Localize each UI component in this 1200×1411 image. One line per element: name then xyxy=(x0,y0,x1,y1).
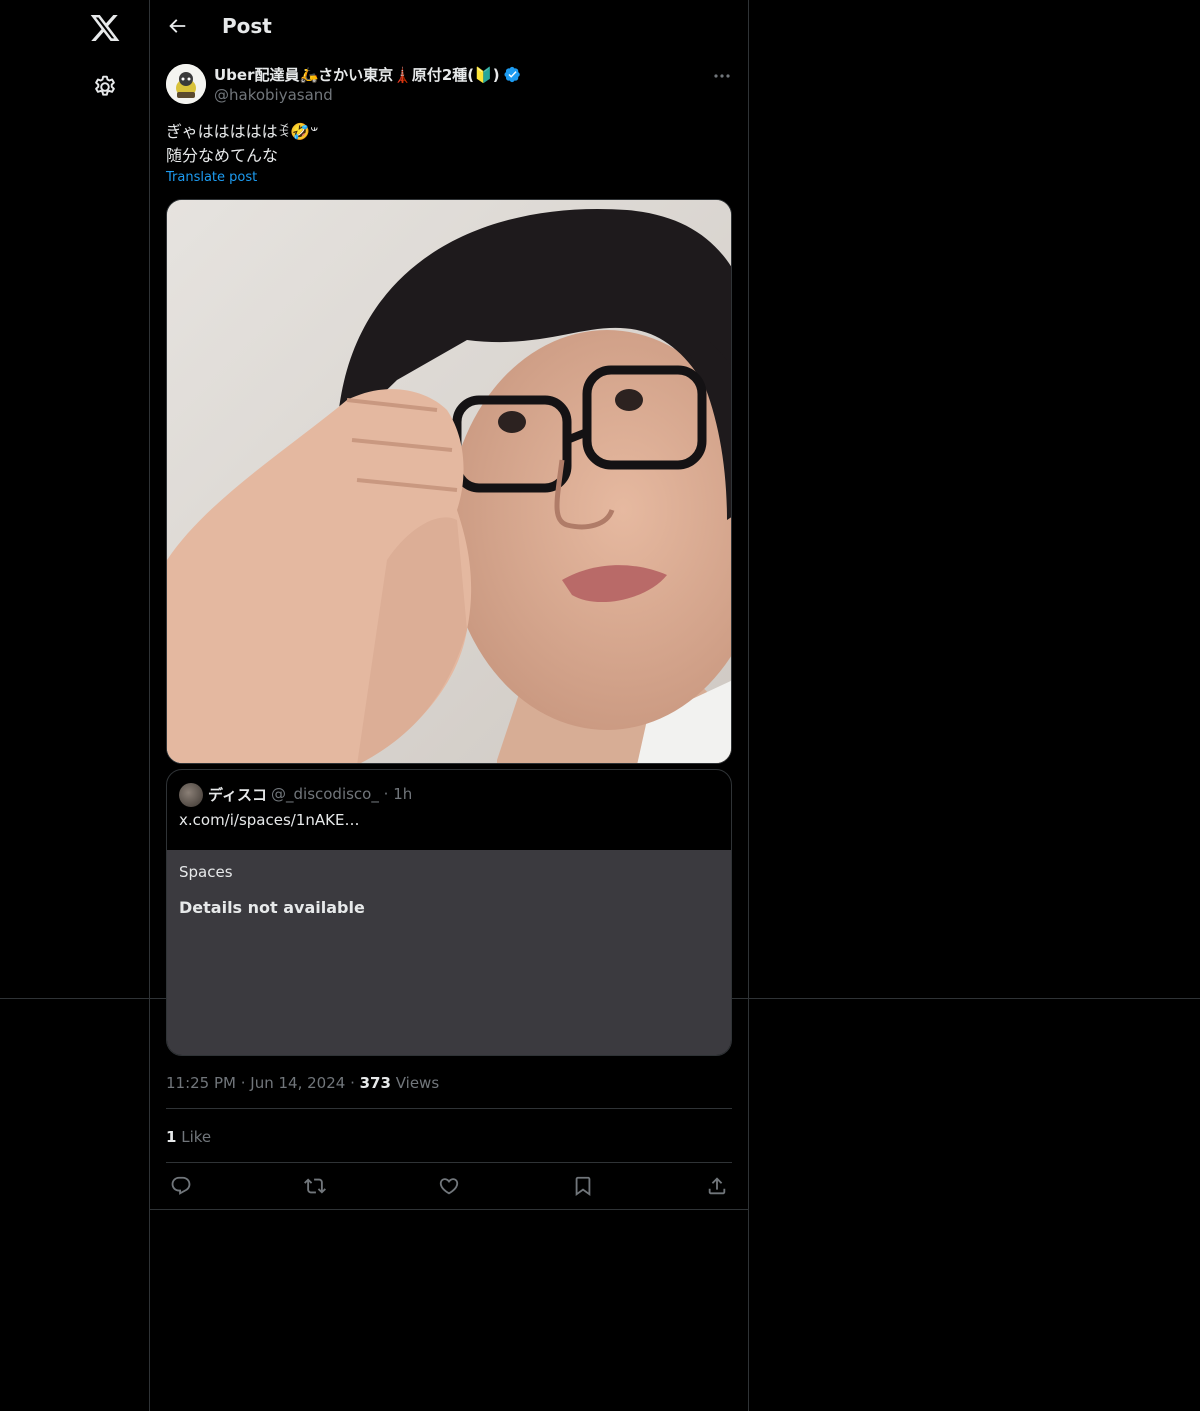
likes-label: Like xyxy=(181,1128,212,1146)
left-nav xyxy=(0,0,149,1411)
x-logo-icon[interactable] xyxy=(89,12,121,44)
avatar[interactable] xyxy=(166,64,206,104)
views-label: Views xyxy=(395,1074,440,1092)
views-count: 373 xyxy=(359,1074,391,1092)
post-image[interactable] xyxy=(166,199,732,764)
top-bar: Post xyxy=(150,0,748,54)
gear-icon[interactable] xyxy=(92,74,118,100)
spaces-card-label: Spaces xyxy=(179,863,233,881)
spaces-card-title: Details not available xyxy=(179,898,365,917)
page-title: Post xyxy=(222,14,272,38)
quoted-post[interactable]: ディスコ @_discodisco_ · 1h x.com/i/spaces/1… xyxy=(166,769,732,1056)
quote-handle-text: @_discodisco_ xyxy=(271,785,379,803)
divider xyxy=(150,1209,748,1210)
bookmark-icon[interactable] xyxy=(572,1175,594,1197)
post-text: ぎゃはははははꉂ🤣𐤔 随分なめてんな xyxy=(166,120,318,168)
post-meta: 11:25 PM · Jun 14, 2024 · 373 Views xyxy=(166,1074,440,1092)
quote-link[interactable]: x.com/i/spaces/1nAKE… xyxy=(179,811,359,829)
author-handle[interactable]: @hakobiyasand xyxy=(214,86,333,104)
spaces-card[interactable]: Spaces Details not available xyxy=(167,850,731,1055)
quote-author-name: ディスコ xyxy=(208,786,267,804)
quote-handle: @_discodisco_ · 1h xyxy=(271,785,412,803)
back-arrow-icon[interactable] xyxy=(166,15,188,37)
likes-count: 1 xyxy=(166,1128,177,1146)
post-time[interactable]: 11:25 PM xyxy=(166,1074,236,1092)
post-text-line-2: 随分なめてんな xyxy=(166,146,279,165)
post-date[interactable]: Jun 14, 2024 xyxy=(250,1074,345,1092)
author-name-text: Uber配達員🛵さかい東京🗼原付2種(🔰) xyxy=(214,66,500,84)
verified-badge-icon xyxy=(504,66,521,83)
translate-post-link[interactable]: Translate post xyxy=(166,170,257,185)
share-icon[interactable] xyxy=(706,1175,728,1197)
divider xyxy=(166,1108,732,1109)
post-text-line-1: ぎゃはははははꉂ🤣𐤔 xyxy=(166,122,319,141)
likes-summary[interactable]: 1 Like xyxy=(166,1128,211,1146)
repost-icon[interactable] xyxy=(304,1175,326,1197)
author-name[interactable]: Uber配達員🛵さかい東京🗼原付2種(🔰) xyxy=(214,64,521,85)
reply-icon[interactable] xyxy=(170,1175,192,1197)
quote-dot: · xyxy=(383,785,389,803)
quote-avatar xyxy=(179,783,203,807)
action-bar xyxy=(166,1175,732,1199)
quote-age: 1h xyxy=(393,785,413,803)
like-icon[interactable] xyxy=(438,1175,460,1197)
post-column: Post Uber配達員🛵さかい東京🗼原付2種(🔰) @hakobiyasand… xyxy=(149,0,749,1411)
divider xyxy=(166,1162,732,1163)
more-options-icon[interactable] xyxy=(712,66,732,86)
